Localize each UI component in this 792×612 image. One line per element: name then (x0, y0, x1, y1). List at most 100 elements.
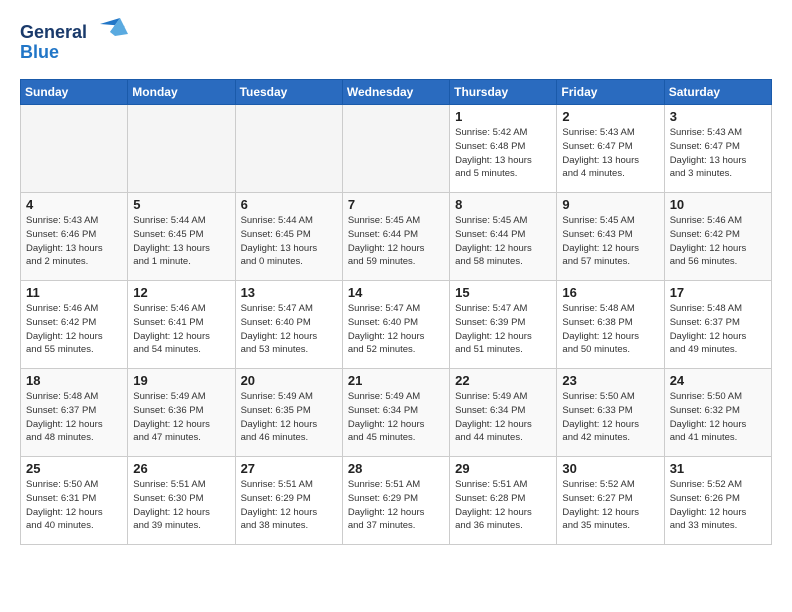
week-row-4: 18 Sunrise: 5:48 AM Sunset: 6:37 PM Dayli… (21, 369, 772, 457)
svg-text:Blue: Blue (20, 42, 59, 62)
header: General Blue (20, 16, 772, 69)
day-info: Sunrise: 5:42 AM Sunset: 6:48 PM Dayligh… (455, 126, 551, 181)
calendar-cell: 31 Sunrise: 5:52 AM Sunset: 6:26 PM Dayli… (664, 457, 771, 545)
day-number: 15 (455, 285, 551, 300)
day-info: Sunrise: 5:48 AM Sunset: 6:37 PM Dayligh… (26, 390, 122, 445)
svg-text:General: General (20, 22, 87, 42)
day-number: 14 (348, 285, 444, 300)
day-number: 30 (562, 461, 658, 476)
day-header-saturday: Saturday (664, 80, 771, 105)
calendar-cell: 18 Sunrise: 5:48 AM Sunset: 6:37 PM Dayli… (21, 369, 128, 457)
day-number: 9 (562, 197, 658, 212)
day-info: Sunrise: 5:44 AM Sunset: 6:45 PM Dayligh… (241, 214, 337, 269)
calendar-cell: 23 Sunrise: 5:50 AM Sunset: 6:33 PM Dayli… (557, 369, 664, 457)
day-number: 31 (670, 461, 766, 476)
calendar-cell: 12Sunrise: 5:46 AM Sunset: 6:41 PM Dayli… (128, 281, 235, 369)
calendar-cell: 22 Sunrise: 5:49 AM Sunset: 6:34 PM Dayli… (450, 369, 557, 457)
days-header-row: SundayMondayTuesdayWednesdayThursdayFrid… (21, 80, 772, 105)
day-info: Sunrise: 5:48 AM Sunset: 6:37 PM Dayligh… (670, 302, 766, 357)
day-info: Sunrise: 5:43 AM Sunset: 6:47 PM Dayligh… (562, 126, 658, 181)
day-info: Sunrise: 5:52 AM Sunset: 6:27 PM Dayligh… (562, 478, 658, 533)
day-info: Sunrise: 5:51 AM Sunset: 6:28 PM Dayligh… (455, 478, 551, 533)
calendar-cell: 3Sunrise: 5:43 AM Sunset: 6:47 PM Daylig… (664, 105, 771, 193)
day-header-thursday: Thursday (450, 80, 557, 105)
day-info: Sunrise: 5:49 AM Sunset: 6:34 PM Dayligh… (455, 390, 551, 445)
week-row-3: 11 Sunrise: 5:46 AM Sunset: 6:42 PM Dayli… (21, 281, 772, 369)
day-number: 20 (241, 373, 337, 388)
logo-block: General Blue (20, 16, 130, 69)
calendar-cell: 28Sunrise: 5:51 AM Sunset: 6:29 PM Dayli… (342, 457, 449, 545)
day-number: 11 (26, 285, 122, 300)
day-number: 17 (670, 285, 766, 300)
day-info: Sunrise: 5:50 AM Sunset: 6:32 PM Dayligh… (670, 390, 766, 445)
day-info: Sunrise: 5:52 AM Sunset: 6:26 PM Dayligh… (670, 478, 766, 533)
day-number: 23 (562, 373, 658, 388)
calendar-cell: 15 Sunrise: 5:47 AM Sunset: 6:39 PM Dayli… (450, 281, 557, 369)
week-row-5: 25 Sunrise: 5:50 AM Sunset: 6:31 PM Dayli… (21, 457, 772, 545)
calendar-cell: 7 Sunrise: 5:45 AM Sunset: 6:44 PM Daylig… (342, 193, 449, 281)
calendar-cell: 13 Sunrise: 5:47 AM Sunset: 6:40 PM Dayli… (235, 281, 342, 369)
day-header-wednesday: Wednesday (342, 80, 449, 105)
day-info: Sunrise: 5:47 AM Sunset: 6:39 PM Dayligh… (455, 302, 551, 357)
day-header-monday: Monday (128, 80, 235, 105)
calendar-cell: 21 Sunrise: 5:49 AM Sunset: 6:34 PM Dayli… (342, 369, 449, 457)
calendar-cell: 30 Sunrise: 5:52 AM Sunset: 6:27 PM Dayli… (557, 457, 664, 545)
day-number: 1 (455, 109, 551, 124)
calendar-cell (342, 105, 449, 193)
calendar-body: 1 Sunrise: 5:42 AM Sunset: 6:48 PM Daylig… (21, 105, 772, 545)
calendar-cell (21, 105, 128, 193)
calendar-cell: 8 Sunrise: 5:45 AM Sunset: 6:44 PM Daylig… (450, 193, 557, 281)
day-info: Sunrise: 5:50 AM Sunset: 6:33 PM Dayligh… (562, 390, 658, 445)
day-header-sunday: Sunday (21, 80, 128, 105)
day-number: 22 (455, 373, 551, 388)
week-row-2: 4Sunrise: 5:43 AM Sunset: 6:46 PM Daylig… (21, 193, 772, 281)
day-info: Sunrise: 5:44 AM Sunset: 6:45 PM Dayligh… (133, 214, 229, 269)
day-number: 19 (133, 373, 229, 388)
calendar-cell: 4Sunrise: 5:43 AM Sunset: 6:46 PM Daylig… (21, 193, 128, 281)
day-info: Sunrise: 5:49 AM Sunset: 6:35 PM Dayligh… (241, 390, 337, 445)
day-number: 5 (133, 197, 229, 212)
day-number: 8 (455, 197, 551, 212)
day-number: 7 (348, 197, 444, 212)
calendar-cell: 19 Sunrise: 5:49 AM Sunset: 6:36 PM Dayli… (128, 369, 235, 457)
calendar-header: SundayMondayTuesdayWednesdayThursdayFrid… (21, 80, 772, 105)
calendar-cell: 14 Sunrise: 5:47 AM Sunset: 6:40 PM Dayli… (342, 281, 449, 369)
day-info: Sunrise: 5:45 AM Sunset: 6:44 PM Dayligh… (348, 214, 444, 269)
day-info: Sunrise: 5:49 AM Sunset: 6:36 PM Dayligh… (133, 390, 229, 445)
day-number: 27 (241, 461, 337, 476)
day-info: Sunrise: 5:46 AM Sunset: 6:41 PM Dayligh… (133, 302, 229, 357)
day-info: Sunrise: 5:49 AM Sunset: 6:34 PM Dayligh… (348, 390, 444, 445)
week-row-1: 1 Sunrise: 5:42 AM Sunset: 6:48 PM Daylig… (21, 105, 772, 193)
day-number: 16 (562, 285, 658, 300)
calendar-cell (128, 105, 235, 193)
day-info: Sunrise: 5:47 AM Sunset: 6:40 PM Dayligh… (241, 302, 337, 357)
calendar-table: SundayMondayTuesdayWednesdayThursdayFrid… (20, 79, 772, 545)
day-info: Sunrise: 5:46 AM Sunset: 6:42 PM Dayligh… (670, 214, 766, 269)
day-info: Sunrise: 5:51 AM Sunset: 6:30 PM Dayligh… (133, 478, 229, 533)
day-info: Sunrise: 5:47 AM Sunset: 6:40 PM Dayligh… (348, 302, 444, 357)
day-info: Sunrise: 5:43 AM Sunset: 6:46 PM Dayligh… (26, 214, 122, 269)
day-number: 13 (241, 285, 337, 300)
day-number: 18 (26, 373, 122, 388)
day-info: Sunrise: 5:45 AM Sunset: 6:44 PM Dayligh… (455, 214, 551, 269)
day-number: 29 (455, 461, 551, 476)
day-info: Sunrise: 5:51 AM Sunset: 6:29 PM Dayligh… (241, 478, 337, 533)
calendar-cell: 17 Sunrise: 5:48 AM Sunset: 6:37 PM Dayli… (664, 281, 771, 369)
day-number: 2 (562, 109, 658, 124)
calendar-cell: 10 Sunrise: 5:46 AM Sunset: 6:42 PM Dayli… (664, 193, 771, 281)
day-info: Sunrise: 5:46 AM Sunset: 6:42 PM Dayligh… (26, 302, 122, 357)
calendar-cell: 11 Sunrise: 5:46 AM Sunset: 6:42 PM Dayli… (21, 281, 128, 369)
day-number: 21 (348, 373, 444, 388)
day-number: 10 (670, 197, 766, 212)
day-info: Sunrise: 5:50 AM Sunset: 6:31 PM Dayligh… (26, 478, 122, 533)
day-number: 25 (26, 461, 122, 476)
calendar-cell: 24 Sunrise: 5:50 AM Sunset: 6:32 PM Dayli… (664, 369, 771, 457)
calendar-cell: 20 Sunrise: 5:49 AM Sunset: 6:35 PM Dayli… (235, 369, 342, 457)
calendar-cell: 25 Sunrise: 5:50 AM Sunset: 6:31 PM Dayli… (21, 457, 128, 545)
day-number: 26 (133, 461, 229, 476)
calendar-cell: 27 Sunrise: 5:51 AM Sunset: 6:29 PM Dayli… (235, 457, 342, 545)
day-header-tuesday: Tuesday (235, 80, 342, 105)
day-number: 24 (670, 373, 766, 388)
calendar-cell: 2 Sunrise: 5:43 AM Sunset: 6:47 PM Daylig… (557, 105, 664, 193)
day-number: 6 (241, 197, 337, 212)
